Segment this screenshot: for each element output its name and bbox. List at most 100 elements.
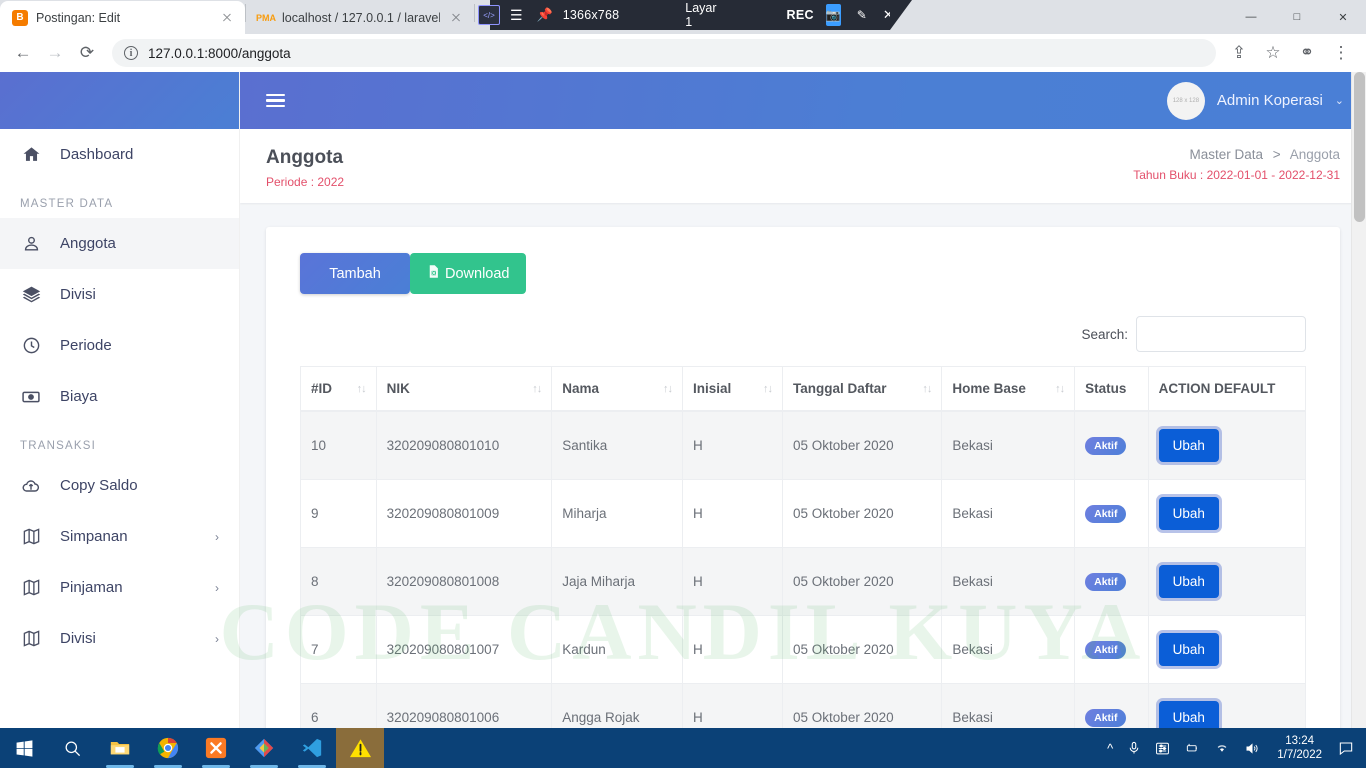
vscode-icon[interactable] — [288, 728, 336, 768]
home-icon — [20, 145, 42, 164]
volume-icon[interactable] — [1237, 741, 1267, 756]
user-menu[interactable]: 128 x 128 Admin Koperasi ⌄ — [1166, 81, 1344, 120]
column-header-inisial[interactable]: Inisial ↑↓ — [682, 366, 784, 412]
close-icon[interactable] — [448, 10, 464, 26]
sidebar-item-divisi-transaksi[interactable]: Divisi › — [0, 613, 239, 664]
sidebar-item-anggota[interactable]: Anggota — [0, 218, 239, 269]
column-label: Nama — [562, 381, 600, 396]
download-button[interactable]: Download — [410, 253, 526, 294]
hamburger-icon[interactable] — [266, 91, 285, 111]
column-header-nik[interactable]: NIK ↑↓ — [376, 366, 553, 412]
chevron-right-icon: › — [215, 580, 219, 595]
star-icon[interactable]: ☆ — [1258, 38, 1288, 68]
column-header-tanggal-daftar[interactable]: Tanggal Daftar ↑↓ — [782, 366, 943, 412]
sidebar-item-pinjaman[interactable]: Pinjaman › — [0, 562, 239, 613]
chevron-right-icon: › — [215, 631, 219, 646]
reload-icon[interactable]: ⟳ — [72, 38, 102, 68]
edit-button[interactable]: Ubah — [1158, 497, 1219, 530]
sidebar-item-simpanan[interactable]: Simpanan › — [0, 511, 239, 562]
cell-nik: 320209080801009 — [376, 479, 553, 548]
column-label: Tanggal Daftar — [793, 381, 887, 396]
maximize-button[interactable]: □ — [1274, 0, 1320, 34]
microphone-icon[interactable] — [1120, 741, 1148, 755]
folder-icon[interactable] — [96, 728, 144, 768]
back-icon[interactable]: ← — [8, 38, 38, 68]
cell-id: 7 — [300, 615, 377, 684]
column-label: NIK — [386, 381, 410, 396]
sidebar-item-periode[interactable]: Periode — [0, 320, 239, 371]
edit-button[interactable]: Ubah — [1158, 565, 1219, 598]
pencil-icon[interactable]: ✎ — [857, 8, 867, 22]
blogger-icon: B — [12, 9, 28, 26]
close-window-button[interactable]: ✕ — [1320, 0, 1366, 34]
cell-nik: 320209080801010 — [376, 411, 553, 480]
extension-icon[interactable]: ⚭ — [1292, 38, 1322, 68]
share-icon[interactable]: ⇪ — [1224, 38, 1254, 68]
equalizer-icon[interactable] — [1148, 741, 1177, 756]
pin-icon[interactable]: 📌 — [537, 7, 553, 23]
edit-button[interactable]: Ubah — [1158, 701, 1219, 728]
search-icon[interactable] — [48, 728, 96, 768]
search-input[interactable] — [1136, 316, 1306, 352]
hamburger-icon[interactable]: ☰ — [510, 8, 523, 22]
sidebar-item-copy-saldo[interactable]: Copy Saldo — [0, 460, 239, 511]
user-name: Admin Koperasi — [1216, 92, 1323, 109]
cell-tanggal: 05 Oktober 2020 — [782, 411, 943, 480]
browser-tab-active[interactable]: B Postingan: Edit — [0, 1, 245, 34]
edit-button[interactable]: Ubah — [1158, 633, 1219, 666]
sidebar-item-label: Simpanan — [60, 528, 128, 545]
browser-tab-inactive[interactable]: PMA localhost / 127.0.0.1 / laravel / us — [246, 1, 474, 34]
edit-button[interactable]: Ubah — [1158, 429, 1219, 462]
taskbar-clock[interactable]: 13:24 1/7/2022 — [1267, 734, 1332, 762]
battery-icon[interactable] — [1177, 741, 1207, 755]
scrollbar-thumb[interactable] — [1354, 72, 1365, 222]
forward-icon[interactable]: → — [40, 38, 70, 68]
page-header: Anggota Periode : 2022 Master Data > Ang… — [240, 129, 1366, 203]
close-icon[interactable] — [219, 10, 235, 26]
sidebar-item-divisi[interactable]: Divisi — [0, 269, 239, 320]
address-bar[interactable]: i 127.0.0.1:8000/anggota — [112, 39, 1216, 67]
diamond-icon[interactable] — [240, 728, 288, 768]
cell-nik: 320209080801007 — [376, 615, 553, 684]
cell-inisial: H — [682, 411, 784, 480]
wifi-icon[interactable] — [1207, 741, 1237, 755]
sort-icon: ↑↓ — [356, 382, 367, 395]
cell-nama: Jaja Miharja — [551, 547, 683, 616]
code-icon: </> — [478, 5, 500, 25]
sidebar-item-label: Divisi — [60, 286, 96, 303]
cell-id: 10 — [300, 411, 377, 480]
column-header-nama[interactable]: Nama ↑↓ — [551, 366, 683, 412]
sort-icon: ↑↓ — [662, 382, 673, 395]
add-button[interactable]: Tambah — [300, 253, 410, 294]
column-header-id[interactable]: #ID ↑↓ — [300, 366, 377, 412]
table-row: 10 320209080801010 Santika H 05 Oktober … — [300, 411, 1307, 480]
cell-nama: Kardun — [551, 615, 683, 684]
cell-inisial: H — [682, 547, 784, 616]
sort-icon: ↑↓ — [922, 382, 932, 395]
camera-icon[interactable]: 📷 — [825, 4, 841, 26]
page-subtitle-periode: Periode : 2022 — [266, 175, 345, 189]
money-icon — [20, 387, 42, 407]
cell-tanggal: 05 Oktober 2020 — [782, 479, 943, 548]
sort-icon: ↑↓ — [1055, 382, 1065, 395]
breadcrumb-parent[interactable]: Master Data — [1190, 147, 1264, 162]
info-icon[interactable]: i — [124, 46, 138, 60]
close-icon[interactable]: ✕ — [883, 7, 894, 23]
download-button-label: Download — [445, 265, 510, 282]
column-label: ACTION DEFAULT — [1158, 381, 1276, 396]
sidebar-item-dashboard[interactable]: Dashboard — [0, 129, 239, 180]
chrome-icon[interactable] — [144, 728, 192, 768]
phpmyadmin-icon: PMA — [256, 12, 276, 23]
minimize-button[interactable]: — — [1228, 0, 1274, 34]
column-header-home-base[interactable]: Home Base ↑↓ — [941, 366, 1076, 412]
sidebar-item-biaya[interactable]: Biaya — [0, 371, 239, 422]
start-button[interactable] — [0, 728, 48, 768]
page-scrollbar[interactable] — [1351, 72, 1366, 728]
notification-icon[interactable] — [1332, 740, 1360, 756]
chevron-up-icon[interactable]: ^ — [1100, 741, 1120, 756]
warning-icon[interactable] — [336, 728, 384, 768]
cell-inisial: H — [682, 683, 784, 728]
kebab-menu-icon[interactable]: ⋮ — [1326, 38, 1356, 68]
chevron-right-icon: › — [215, 529, 219, 544]
xampp-icon[interactable] — [192, 728, 240, 768]
